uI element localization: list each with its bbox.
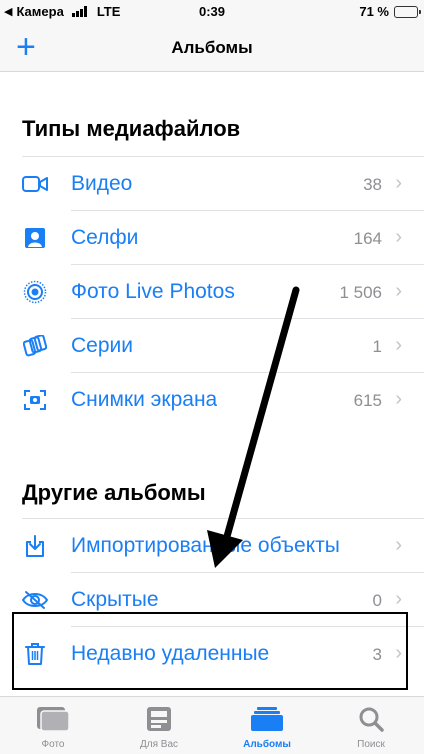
tab-label: Альбомы <box>243 739 291 750</box>
chevron-right-icon: › <box>395 388 402 410</box>
highlight-box <box>12 612 408 690</box>
album-label: Скрытые <box>71 588 159 611</box>
hidden-icon <box>22 588 48 612</box>
import-icon <box>22 534 48 558</box>
album-count: 164 <box>353 229 382 248</box>
tab-bar: Фото Для Вас Альбомы Поиск <box>0 696 424 754</box>
album-label: Серии <box>71 334 133 357</box>
album-count: 0 <box>372 591 382 610</box>
album-row-selfie[interactable]: Селфи 164 › <box>0 211 424 265</box>
tab-label: Фото <box>41 739 65 750</box>
live-photos-icon <box>22 280 48 304</box>
album-label: Видео <box>71 172 133 195</box>
search-tab-icon <box>326 703 416 735</box>
chevron-right-icon: › <box>395 226 402 248</box>
chevron-right-icon: › <box>395 172 402 194</box>
album-count: 1 <box>372 337 382 356</box>
video-icon <box>22 172 48 196</box>
album-label: Снимки экрана <box>71 388 218 411</box>
photos-tab-icon <box>8 703 98 735</box>
bursts-icon <box>22 334 48 358</box>
chevron-right-icon: › <box>395 534 402 556</box>
album-row-bursts[interactable]: Серии 1 › <box>0 319 424 373</box>
battery-percent: 71 % <box>359 4 389 19</box>
tab-for-you[interactable]: Для Вас <box>114 703 204 750</box>
status-bar: ◀ Камера LTE 0:39 71 % <box>0 0 424 24</box>
album-label: Импортированные объекты <box>71 534 340 557</box>
nav-bar: + Альбомы <box>0 24 424 72</box>
chevron-right-icon: › <box>395 588 402 610</box>
tab-photos[interactable]: Фото <box>8 703 98 750</box>
screenshot-icon <box>22 388 48 412</box>
album-count: 38 <box>363 175 382 194</box>
battery-icon <box>394 5 421 18</box>
tab-label: Поиск <box>357 739 385 750</box>
chevron-right-icon: › <box>395 280 402 302</box>
selfie-icon <box>22 226 48 250</box>
status-right: 71 % <box>359 4 421 19</box>
album-row-screenshots[interactable]: Снимки экрана 615 › <box>0 373 424 427</box>
album-row-imported[interactable]: Импортированные объекты › <box>0 519 424 573</box>
album-row-video[interactable]: Видео 38 › <box>0 157 424 211</box>
album-label: Селфи <box>71 226 139 249</box>
section-title-media-types: Типы медиафайлов <box>22 116 241 141</box>
album-label: Фото Live Photos <box>71 280 235 303</box>
chevron-right-icon: › <box>395 334 402 356</box>
tab-search[interactable]: Поиск <box>326 703 416 750</box>
albums-tab-icon <box>222 703 312 735</box>
tab-albums[interactable]: Альбомы <box>222 703 312 750</box>
section-title-other-albums: Другие альбомы <box>22 480 206 505</box>
tab-label: Для Вас <box>139 739 179 750</box>
album-row-live-photos[interactable]: Фото Live Photos 1 506 › <box>0 265 424 319</box>
album-count: 615 <box>353 391 382 410</box>
for-you-tab-icon <box>114 703 204 735</box>
album-count: 1 506 <box>339 283 382 302</box>
page-title: Альбомы <box>171 38 253 57</box>
